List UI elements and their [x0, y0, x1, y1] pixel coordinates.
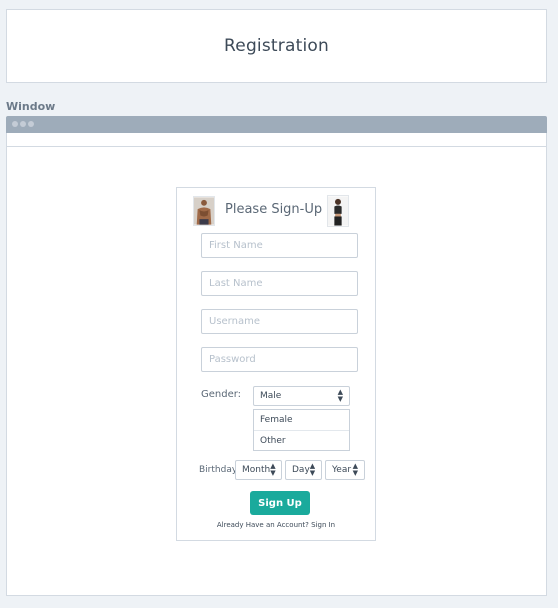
title-card: Registration [6, 9, 547, 83]
signin-link[interactable]: Already Have an Account? Sign In [177, 521, 375, 529]
first-name-input[interactable] [201, 233, 358, 258]
gender-option-other[interactable]: Other [254, 430, 349, 450]
window-dots-icon [12, 121, 34, 127]
window-dot[interactable] [28, 121, 34, 127]
username-input[interactable] [201, 309, 358, 334]
birthday-day-value: Day [292, 465, 310, 475]
last-name-input[interactable] [201, 271, 358, 296]
page-title: Registration [224, 36, 329, 56]
signup-button[interactable]: Sign Up [250, 491, 310, 515]
gender-select[interactable]: Male ▲ ▼ [253, 386, 350, 406]
window-dot[interactable] [12, 121, 18, 127]
window-toolbar-strip [6, 133, 547, 147]
birthday-year-select[interactable]: Year ▲ ▼ [325, 460, 365, 480]
birthday-label: Birthday [199, 465, 238, 475]
window-label: Window [6, 100, 56, 113]
form-heading: Please Sign-Up [225, 202, 323, 217]
window-dot[interactable] [20, 121, 26, 127]
signup-form: Please Sign-Up Gender: Male ▲▼ Female Ot… [176, 187, 376, 541]
gender-label: Gender: [201, 389, 242, 400]
birthday-day-select[interactable]: Day ▲ ▼ [285, 460, 322, 480]
updown-arrows-icon: ▲ ▼ [352, 462, 358, 477]
updown-arrows-icon: ▲ ▼ [309, 462, 316, 477]
updown-arrows-icon: ▲ ▼ [337, 388, 343, 403]
password-input[interactable] [201, 347, 358, 372]
birthday-month-value: Month [242, 465, 271, 475]
male-avatar-icon [193, 196, 215, 226]
form-header: Please Sign-Up [177, 188, 375, 232]
gender-options-list: Female Other [253, 409, 350, 451]
window-title-bar [6, 116, 547, 133]
birthday-year-value: Year [332, 465, 352, 475]
gender-option-female[interactable]: Female [254, 410, 349, 430]
gender-selected-value: Male [260, 391, 282, 401]
female-avatar-icon [327, 195, 349, 227]
birthday-month-select[interactable]: Month ▲ ▼ [235, 460, 282, 480]
updown-arrows-icon: ▲ ▼ [270, 462, 276, 477]
